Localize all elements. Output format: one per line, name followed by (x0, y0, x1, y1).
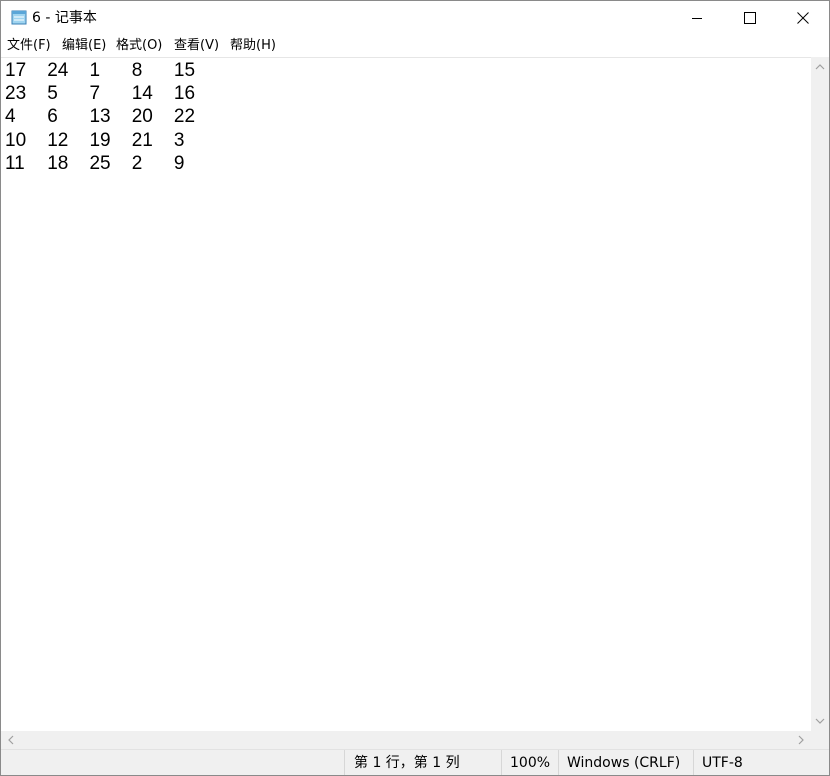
title-bar[interactable]: 6 - 记事本 (1, 1, 829, 35)
document-text[interactable]: 17 24 1 8 15 23 5 7 14 16 4 6 13 20 22 1… (5, 59, 195, 175)
scroll-up-arrow-icon[interactable] (815, 63, 825, 70)
menu-view[interactable]: 查看(V) (174, 37, 219, 55)
maximize-icon (743, 12, 756, 24)
scrollbar-corner (811, 731, 829, 749)
close-icon (796, 12, 809, 24)
scroll-right-arrow-icon[interactable] (798, 735, 805, 745)
status-bar: 第 1 行，第 1 列 100% Windows (CRLF) UTF-8 (1, 749, 829, 775)
zoom-level: 100% (501, 750, 558, 775)
window-title: 6 - 记事本 (32, 10, 97, 26)
vertical-scrollbar[interactable] (811, 57, 829, 731)
minimize-icon (691, 18, 702, 19)
horizontal-scrollbar[interactable] (1, 731, 811, 749)
scroll-left-arrow-icon[interactable] (7, 735, 14, 745)
notepad-window: 6 - 记事本 文件(F) 编辑(E) 格式(O) 查看(V) 帮助(H) 17… (0, 0, 830, 776)
notepad-icon (11, 10, 27, 25)
cursor-position: 第 1 行，第 1 列 (344, 750, 501, 775)
minimize-button[interactable] (670, 1, 723, 35)
menu-edit[interactable]: 编辑(E) (62, 37, 106, 55)
maximize-button[interactable] (723, 1, 776, 35)
line-ending: Windows (CRLF) (558, 750, 693, 775)
menu-bar: 文件(F) 编辑(E) 格式(O) 查看(V) 帮助(H) (1, 35, 829, 57)
menu-file[interactable]: 文件(F) (7, 37, 51, 55)
menu-format[interactable]: 格式(O) (116, 37, 162, 55)
scroll-down-arrow-icon[interactable] (815, 718, 825, 725)
text-editor[interactable]: 17 24 1 8 15 23 5 7 14 16 4 6 13 20 22 1… (1, 57, 811, 732)
menu-help[interactable]: 帮助(H) (230, 37, 276, 55)
close-button[interactable] (776, 1, 829, 35)
encoding: UTF-8 (693, 750, 829, 775)
